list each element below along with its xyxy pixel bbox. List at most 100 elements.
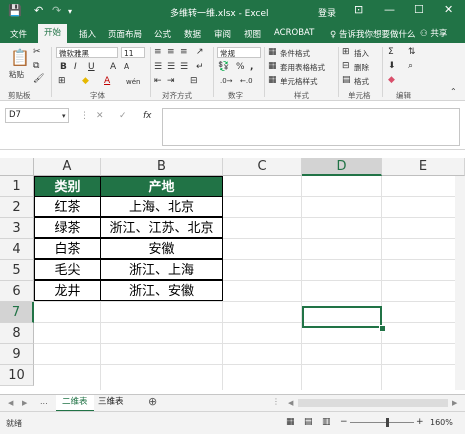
underline-button[interactable]: U	[88, 62, 95, 72]
cut-icon[interactable]: ✂	[33, 47, 41, 57]
column-header-b[interactable]: B	[101, 158, 223, 176]
merge-center-icon[interactable]: ⊟	[190, 76, 198, 86]
formula-input[interactable]	[162, 108, 460, 146]
active-cell-d7[interactable]	[302, 306, 382, 328]
cell-styles-button[interactable]: 单元格样式	[280, 76, 318, 87]
clear-icon[interactable]: ◆	[388, 75, 395, 85]
redo-icon[interactable]: ↷	[52, 4, 61, 17]
name-box-dropdown-icon[interactable]: ▾	[62, 111, 66, 121]
tab-formulas[interactable]: 公式	[154, 28, 171, 40]
decrease-decimal-icon[interactable]: ←.0	[240, 76, 253, 86]
insert-cells-icon[interactable]: ⊞	[342, 47, 350, 57]
orientation-icon[interactable]: ↗	[196, 47, 204, 57]
maximize-icon[interactable]: ☐	[414, 3, 424, 16]
row-header-1[interactable]: 1	[0, 176, 34, 197]
cancel-entry-button[interactable]: ✕	[96, 111, 104, 121]
fill-icon[interactable]: ⬇	[388, 61, 396, 71]
cell-b5[interactable]: 浙江、上海	[100, 259, 223, 280]
align-top-icon[interactable]: ≡	[154, 47, 162, 57]
paste-icon[interactable]: 📋	[10, 49, 30, 67]
tab-view[interactable]: 视图	[244, 28, 261, 40]
tab-split-handle[interactable]: ⋮	[272, 397, 280, 407]
minimize-icon[interactable]: —	[384, 3, 395, 16]
insert-cells-button[interactable]: 插入	[354, 48, 369, 59]
more-sheets-button[interactable]: ...	[40, 397, 48, 407]
format-as-table-button[interactable]: 套用表格格式	[280, 62, 325, 73]
vertical-scrollbar[interactable]	[455, 176, 465, 390]
normal-view-icon[interactable]: ▦	[286, 417, 295, 427]
format-painter-icon[interactable]: 🖌	[33, 74, 44, 84]
cell-a1[interactable]: 类别	[34, 176, 101, 197]
select-all-button[interactable]	[0, 158, 34, 176]
conditional-formatting-icon[interactable]: ▦	[268, 47, 277, 57]
percent-button[interactable]: %	[236, 62, 245, 72]
delete-cells-icon[interactable]: ⊟	[342, 61, 350, 71]
page-layout-view-icon[interactable]: ▤	[304, 417, 313, 427]
tab-data[interactable]: 数据	[184, 28, 201, 40]
scroll-sheets-right-icon[interactable]: ▶	[22, 398, 27, 408]
cell-b4[interactable]: 安徽	[100, 238, 223, 259]
accounting-format-icon[interactable]: 💱	[218, 62, 229, 72]
login-button[interactable]: 登录	[318, 6, 336, 19]
find-select-icon[interactable]: ⌕	[408, 61, 413, 71]
align-middle-icon[interactable]: ≡	[167, 47, 175, 57]
cell-b2[interactable]: 上海、北京	[100, 196, 223, 217]
column-header-e[interactable]: E	[382, 158, 465, 176]
tab-home[interactable]: 开始	[38, 24, 68, 43]
row-header-6[interactable]: 6	[0, 281, 34, 302]
cell-a5[interactable]: 毛尖	[34, 259, 101, 280]
cell-a4[interactable]: 白茶	[34, 238, 101, 259]
format-cells-button[interactable]: 格式	[354, 76, 369, 87]
horizontal-scrollbar[interactable]	[298, 399, 448, 407]
zoom-slider[interactable]	[350, 422, 414, 423]
autosum-button[interactable]: Σ	[388, 47, 394, 57]
grow-font-button[interactable]: A	[110, 62, 116, 72]
share-button[interactable]: ⚇ 共享	[420, 27, 447, 39]
cell-b6[interactable]: 浙江、安徽	[100, 280, 223, 301]
format-cells-icon[interactable]: ▤	[342, 75, 351, 85]
row-header-5[interactable]: 5	[0, 260, 34, 281]
zoom-slider-thumb[interactable]	[386, 418, 389, 427]
zoom-out-button[interactable]: −	[340, 417, 348, 427]
font-name-select[interactable]: 微软雅黑	[56, 47, 118, 58]
delete-cells-button[interactable]: 删除	[354, 62, 369, 73]
conditional-formatting-button[interactable]: 条件格式	[280, 48, 310, 59]
tab-insert[interactable]: 插入	[79, 28, 96, 40]
font-color-button[interactable]: A	[104, 76, 110, 86]
zoom-level[interactable]: 160%	[430, 418, 453, 427]
confirm-entry-button[interactable]: ✓	[119, 111, 127, 121]
shrink-font-button[interactable]: A	[124, 62, 129, 72]
row-header-2[interactable]: 2	[0, 197, 34, 218]
font-size-select[interactable]: 11	[121, 47, 145, 58]
tab-page-layout[interactable]: 页面布局	[108, 28, 142, 40]
italic-button[interactable]: I	[74, 62, 77, 72]
collapse-ribbon-icon[interactable]: ⌃	[450, 87, 457, 97]
sheet-tab-3d[interactable]: 三维表	[92, 395, 130, 410]
tab-file[interactable]: 文件	[10, 28, 27, 40]
row-header-9[interactable]: 9	[0, 344, 34, 365]
bold-button[interactable]: B	[60, 62, 67, 72]
align-left-icon[interactable]: ☰	[154, 62, 162, 72]
column-header-d[interactable]: D	[302, 158, 382, 176]
column-header-a[interactable]: A	[34, 158, 101, 176]
align-center-icon[interactable]: ☰	[167, 62, 175, 72]
new-sheet-button[interactable]: ⊕	[148, 396, 157, 407]
zoom-in-button[interactable]: +	[416, 417, 424, 427]
row-header-3[interactable]: 3	[0, 218, 34, 239]
tab-review[interactable]: 审阅	[214, 28, 231, 40]
increase-indent-icon[interactable]: ⇥	[167, 76, 175, 86]
close-icon[interactable]: ✕	[444, 3, 453, 16]
scroll-sheets-left-icon[interactable]: ◀	[8, 398, 13, 408]
row-header-10[interactable]: 10	[0, 365, 34, 386]
sort-filter-icon[interactable]: ⇅	[408, 47, 416, 57]
phonetic-button[interactable]: wén	[126, 77, 140, 87]
cell-b1[interactable]: 产地	[100, 176, 223, 197]
sheet-tab-2d[interactable]: 二维表	[56, 395, 94, 412]
format-as-table-icon[interactable]: ▦	[268, 61, 277, 71]
comma-button[interactable]: ,	[250, 62, 253, 72]
cell-a2[interactable]: 红茶	[34, 196, 101, 217]
column-header-c[interactable]: C	[223, 158, 302, 176]
increase-decimal-icon[interactable]: .0→	[220, 76, 233, 86]
page-break-view-icon[interactable]: ▥	[322, 417, 331, 427]
number-format-select[interactable]: 常规	[217, 47, 261, 58]
